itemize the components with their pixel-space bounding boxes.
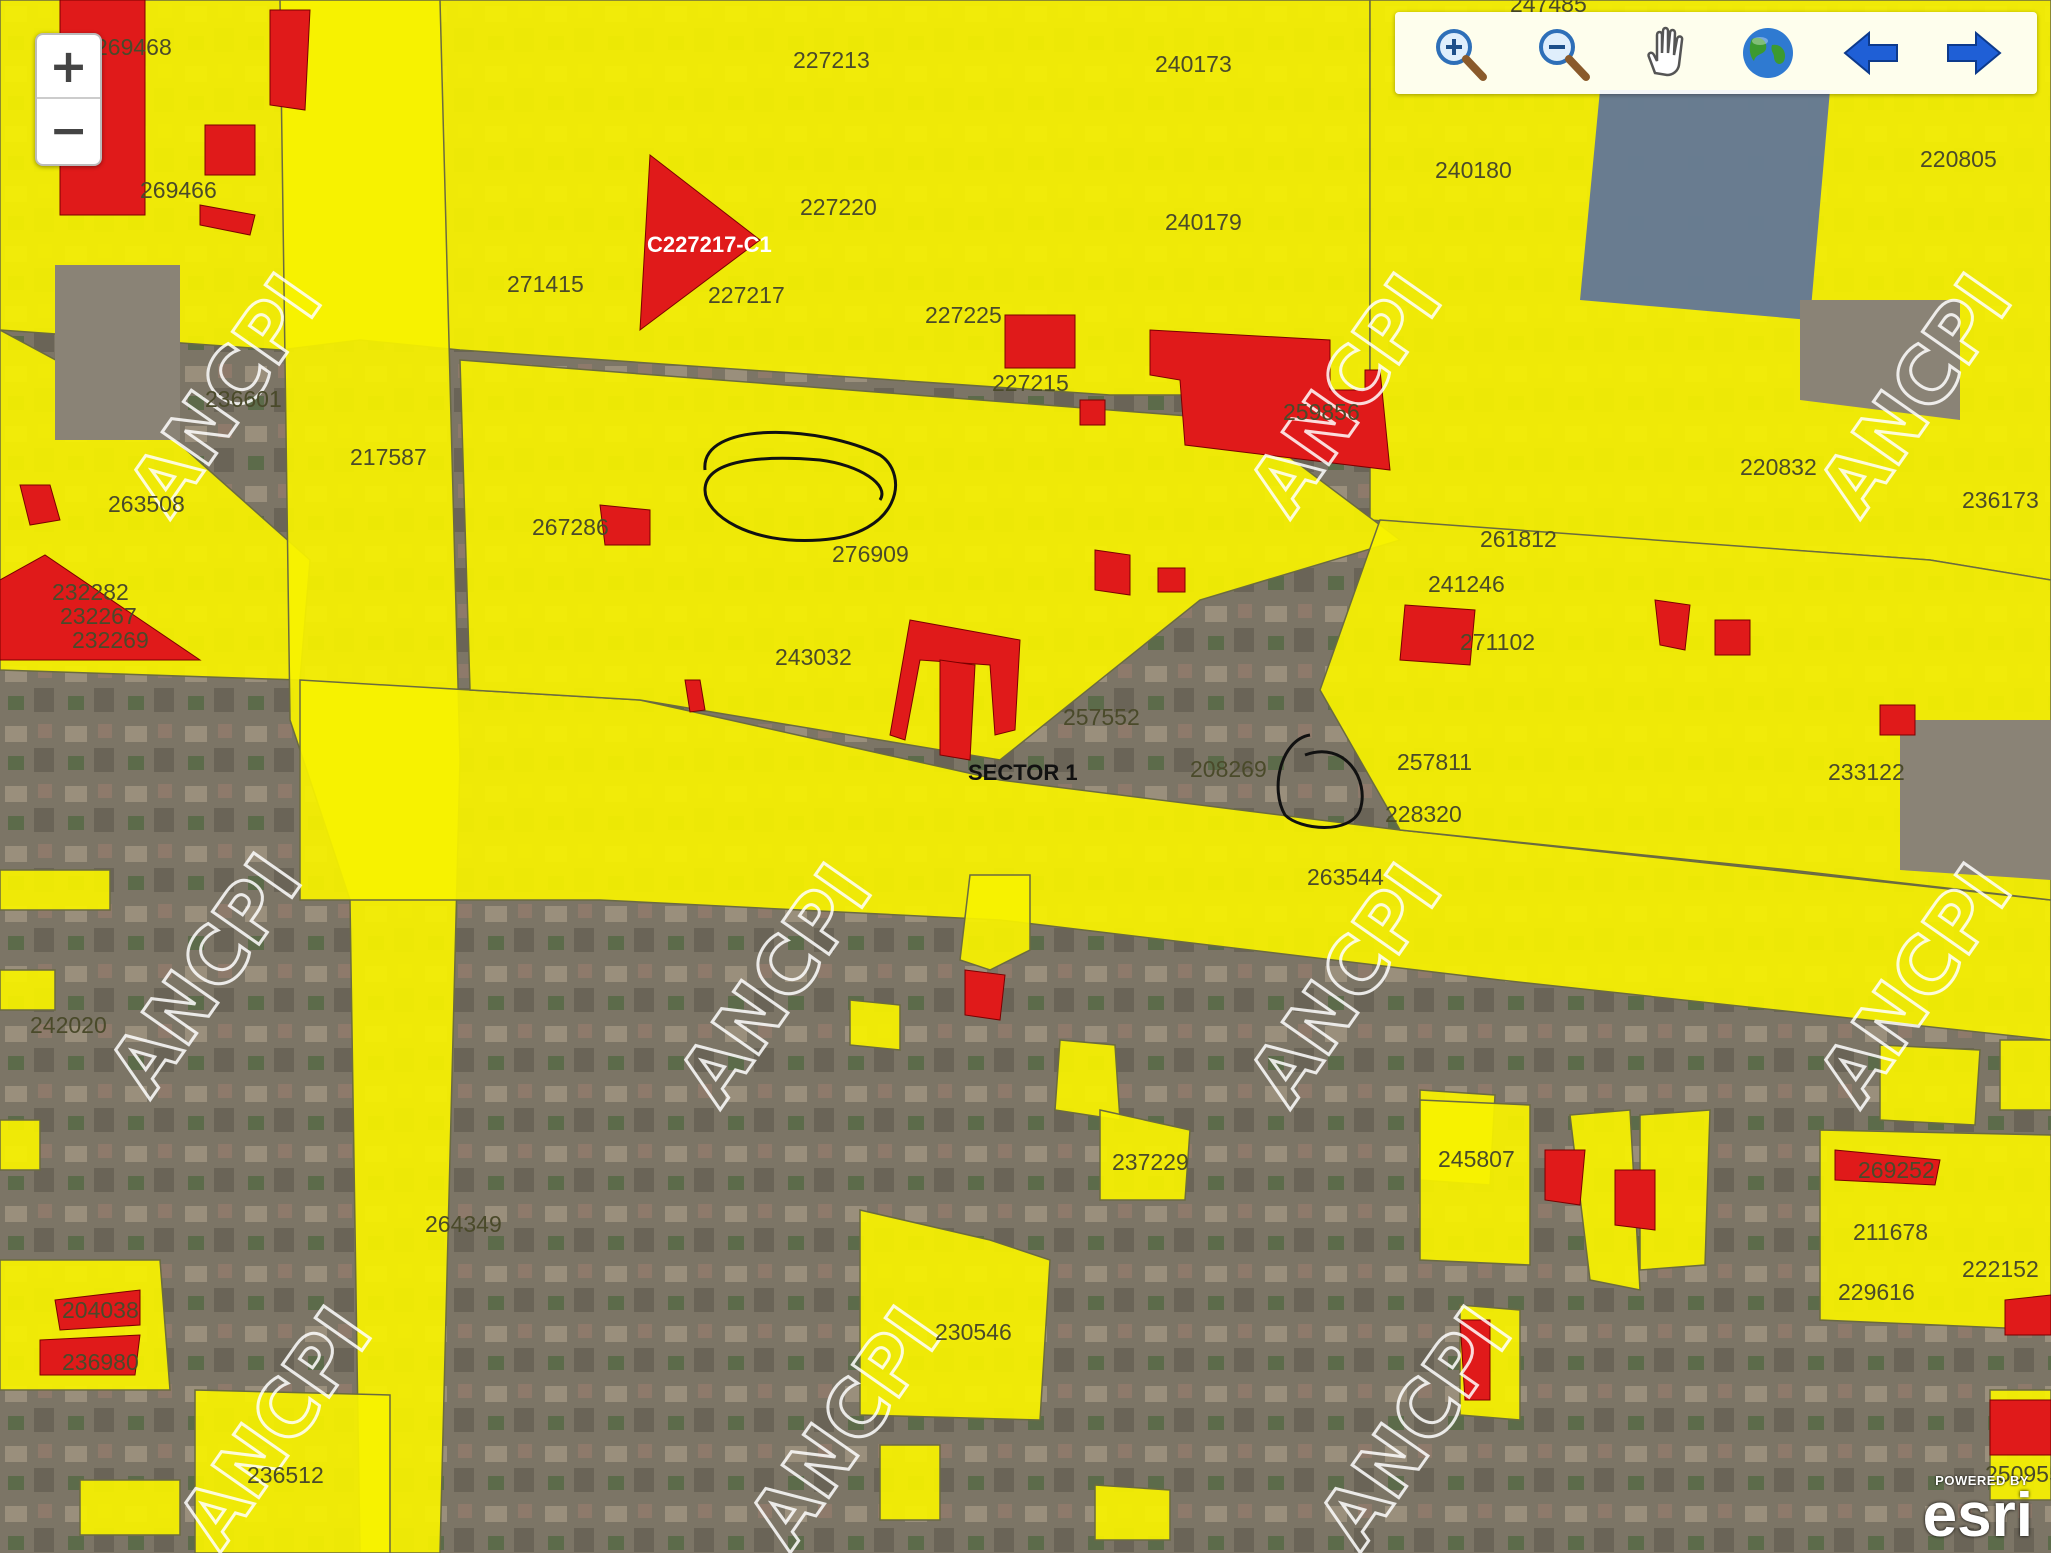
parcel-label: 228320 bbox=[1385, 801, 1462, 827]
zoom-out-tool[interactable] bbox=[1530, 21, 1594, 85]
parcel-label: 229616 bbox=[1838, 1279, 1915, 1305]
parcel-label: 267286 bbox=[532, 514, 609, 540]
parcel-label: 245807 bbox=[1438, 1146, 1515, 1172]
parcel-label: 220832 bbox=[1740, 454, 1817, 480]
parcel-label: 232269 bbox=[72, 627, 149, 653]
parcel-label: 230546 bbox=[935, 1319, 1012, 1345]
esri-logo: esri bbox=[1922, 1481, 2033, 1550]
parcel-label: 204038 bbox=[62, 1297, 139, 1323]
parcel-label: 263544 bbox=[1307, 864, 1384, 890]
map-canvas[interactable]: ANCPI ANCPI ANCPI ANCPI ANCPI ANCPI ANCP… bbox=[0, 0, 2051, 1553]
arrow-left-icon bbox=[1842, 30, 1898, 76]
parcel-label: 269466 bbox=[140, 177, 217, 203]
map-view[interactable]: ANCPI ANCPI ANCPI ANCPI ANCPI ANCPI ANCP… bbox=[0, 0, 2051, 1553]
parcel-label: 263508 bbox=[108, 491, 185, 517]
pan-hand-icon bbox=[1646, 26, 1683, 77]
parcel-label: 240179 bbox=[1165, 209, 1242, 235]
parcel-label: 220805 bbox=[1920, 146, 1997, 172]
parcel-label: 227215 bbox=[992, 370, 1069, 396]
parcel-label: 264349 bbox=[425, 1211, 502, 1237]
sector-label: SECTOR 1 bbox=[968, 760, 1078, 785]
full-extent-tool[interactable] bbox=[1736, 21, 1800, 85]
pan-tool[interactable] bbox=[1633, 21, 1697, 85]
magnifier-minus-icon bbox=[1538, 29, 1590, 81]
parcel-label: 236512 bbox=[247, 1462, 324, 1488]
zoom-out-button[interactable]: − bbox=[37, 97, 100, 161]
parcel-label: 233122 bbox=[1828, 759, 1905, 785]
zoom-in-tool[interactable] bbox=[1427, 21, 1491, 85]
parcel-label: 271415 bbox=[507, 271, 584, 297]
next-extent-tool[interactable] bbox=[1942, 21, 2006, 85]
parcel-label: 227225 bbox=[925, 302, 1002, 328]
parcel-label: 257552 bbox=[1063, 704, 1140, 730]
zoom-control: + − bbox=[35, 33, 102, 166]
esri-attribution-logo[interactable]: POWERED BY esri bbox=[1917, 1473, 2037, 1550]
magnifier-plus-icon bbox=[1435, 29, 1487, 81]
parcel-label: 217587 bbox=[350, 444, 427, 470]
parcel-label: 257811 bbox=[1397, 749, 1472, 775]
globe-icon bbox=[1742, 28, 1793, 78]
parcel-label: 236601 bbox=[205, 386, 282, 412]
parcel-label: 242020 bbox=[30, 1012, 107, 1038]
parcel-label: 236980 bbox=[62, 1349, 139, 1375]
parcel-label: 227213 bbox=[793, 47, 870, 73]
parcel-label: 243032 bbox=[775, 644, 852, 670]
parcel-label: 261812 bbox=[1480, 526, 1557, 552]
parcel-label: 236173 bbox=[1962, 487, 2039, 513]
parcel-label: 241246 bbox=[1428, 571, 1505, 597]
parcel-label: 227220 bbox=[800, 194, 877, 220]
zoom-in-button[interactable]: + bbox=[37, 35, 100, 97]
parcel-label: 232282 bbox=[52, 579, 129, 605]
parcel-label: 208269 bbox=[1190, 756, 1267, 782]
parcel-label: 222152 bbox=[1962, 1256, 2039, 1282]
parcel-label: 211678 bbox=[1853, 1219, 1928, 1245]
navigation-toolbar bbox=[1395, 12, 2037, 94]
parcel-label: 240173 bbox=[1155, 51, 1232, 77]
parcel-label: 237229 bbox=[1112, 1149, 1189, 1175]
previous-extent-tool[interactable] bbox=[1839, 21, 1903, 85]
building-tag-label: C227217-C1 bbox=[647, 232, 772, 257]
parcel-label: 240180 bbox=[1435, 157, 1512, 183]
parcel-label: 269252 bbox=[1858, 1157, 1935, 1183]
parcel-label: 232267 bbox=[60, 603, 137, 629]
parcel-label: 271102 bbox=[1460, 629, 1535, 655]
parcel-label: 227217 bbox=[708, 282, 785, 308]
parcel-label: 269468 bbox=[95, 34, 172, 60]
parcel-label: 259856 bbox=[1283, 399, 1360, 425]
arrow-right-icon bbox=[1946, 30, 2002, 76]
parcel-label: 276909 bbox=[832, 541, 909, 567]
